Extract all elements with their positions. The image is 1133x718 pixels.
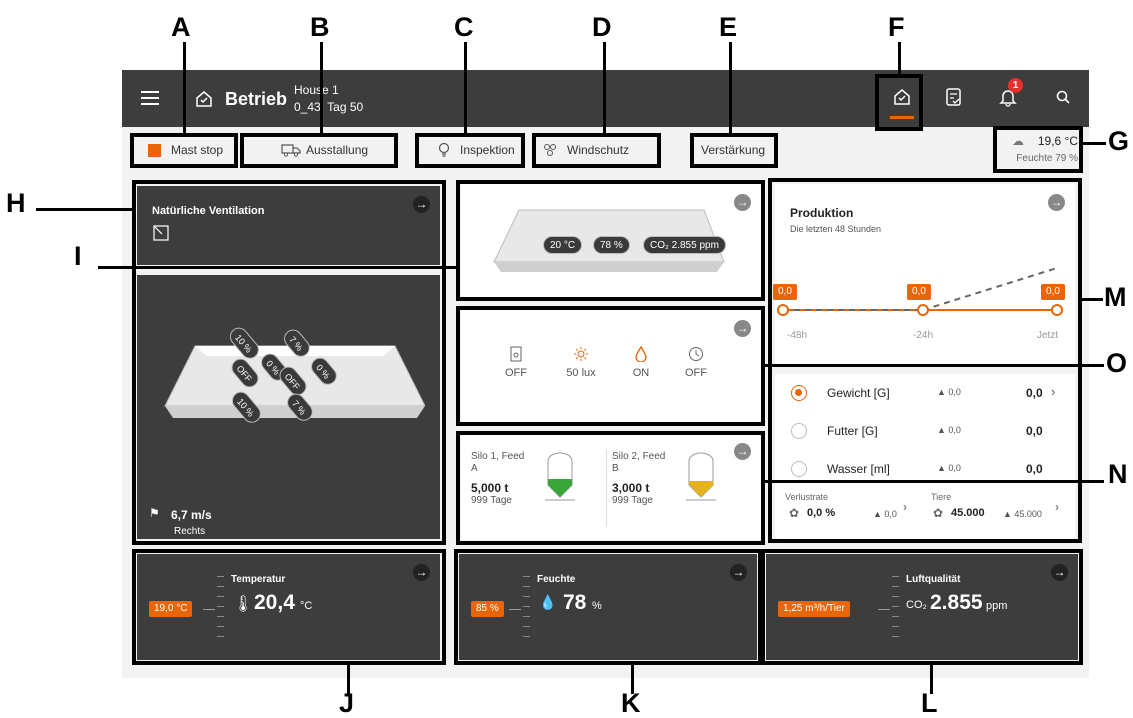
callout-label: C (454, 12, 474, 42)
leader-line (36, 208, 133, 211)
search-button[interactable] (1055, 89, 1071, 110)
callout-label: O (1106, 348, 1128, 378)
checklist-icon (946, 88, 961, 106)
highlight-frame-c (415, 133, 525, 168)
callout-label: M (1104, 282, 1127, 312)
leader-line (320, 42, 323, 134)
callout-label: G (1108, 126, 1130, 156)
highlight-frame-a (130, 133, 238, 168)
callout-label: L (921, 688, 938, 718)
leader-line (764, 480, 1104, 483)
hamburger-icon[interactable] (141, 91, 159, 105)
callout-label: I (74, 241, 82, 271)
highlight-frame-l (761, 549, 1083, 665)
highlight-frame-m (768, 178, 1082, 543)
leader-line (603, 42, 606, 134)
highlight-frame-d (532, 133, 661, 168)
callout-label: F (888, 12, 905, 42)
callout-label: K (621, 688, 641, 718)
callout-label: H (6, 188, 26, 218)
highlight-frame-i (456, 180, 765, 301)
highlight-frame-b (240, 133, 398, 168)
highlight-frame-n (456, 431, 765, 545)
highlight-frame-o (456, 306, 765, 426)
highlight-frame-k (454, 549, 762, 665)
leader-line (183, 42, 186, 134)
callout-label: B (310, 12, 330, 42)
highlight-frame-f (875, 74, 923, 131)
leader-line (1082, 142, 1106, 145)
highlight-frame-e (690, 133, 778, 168)
notifications-button[interactable]: 1 (999, 78, 1023, 112)
page-title: Betrieb (225, 89, 288, 109)
leader-line (464, 42, 467, 134)
house-subtitle: 0_43, Tag 50 (294, 100, 364, 114)
callout-label: N (1108, 459, 1128, 489)
leader-line (98, 266, 458, 269)
callout-label: E (719, 12, 738, 42)
leader-line (898, 42, 901, 75)
highlight-frame-j (132, 549, 446, 665)
highlight-frame-g (993, 126, 1083, 173)
notification-badge: 1 (1008, 78, 1023, 93)
callout-label: D (592, 12, 612, 42)
callout-label: J (339, 688, 355, 718)
leader-line (729, 42, 732, 134)
search-icon (1056, 90, 1070, 104)
callout-label: A (171, 12, 191, 42)
leader-line (764, 364, 1104, 367)
house-check-icon (195, 90, 213, 113)
highlight-frame-h (132, 180, 446, 545)
house-name: House 1 (294, 83, 339, 97)
leader-line (1081, 298, 1103, 301)
checklist-button[interactable] (945, 87, 963, 112)
